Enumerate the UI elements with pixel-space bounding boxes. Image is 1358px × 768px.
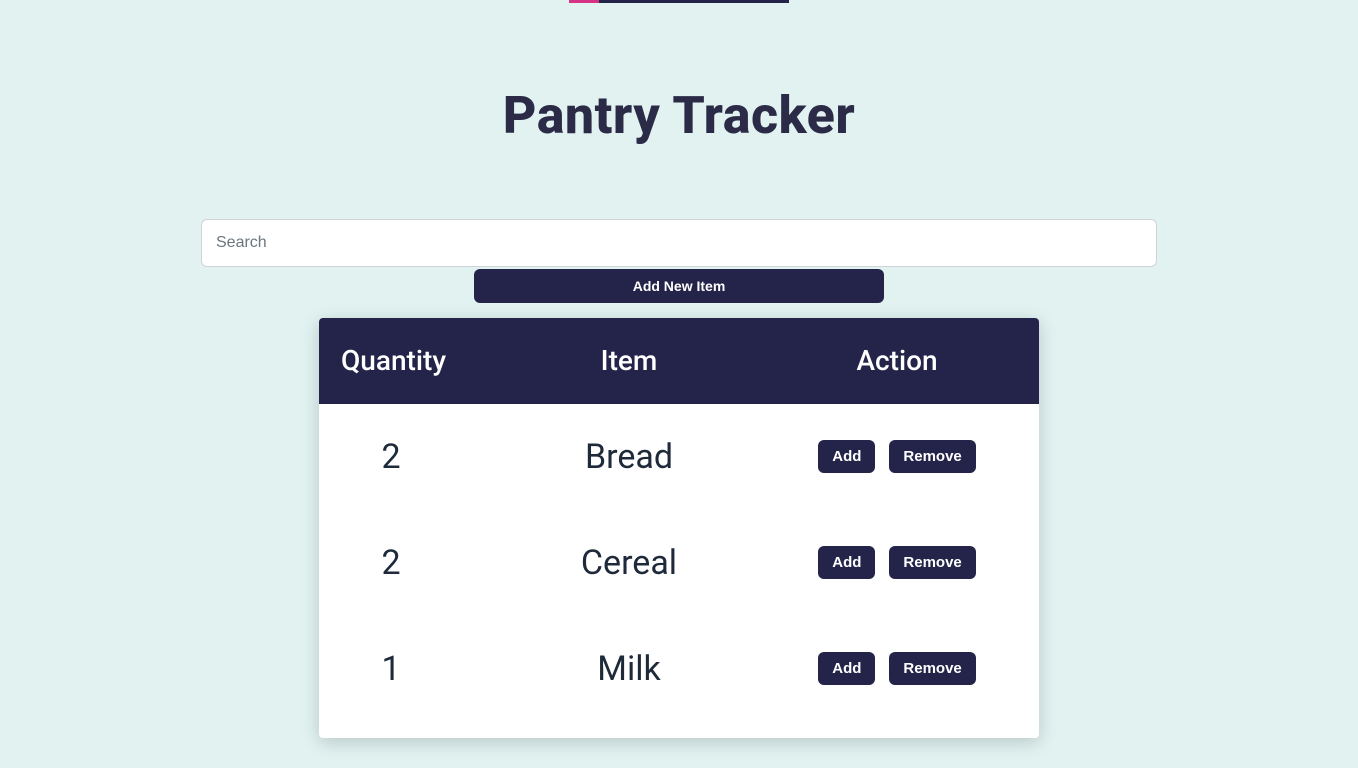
table-row: 2 Cereal Add Remove — [319, 510, 1039, 616]
search-input[interactable] — [201, 219, 1157, 267]
remove-button[interactable]: Remove — [889, 440, 975, 473]
cell-actions: Add Remove — [767, 546, 1027, 579]
cell-quantity: 2 — [331, 437, 491, 477]
cell-actions: Add Remove — [767, 440, 1027, 473]
search-container — [201, 219, 1157, 267]
page-title: Pantry Tracker — [503, 85, 855, 146]
add-button[interactable]: Add — [818, 652, 875, 685]
header-action: Action — [767, 344, 1027, 377]
header-quantity: Quantity — [331, 344, 491, 377]
table-header: Quantity Item Action — [319, 318, 1039, 404]
remove-button[interactable]: Remove — [889, 546, 975, 579]
table-row: 1 Milk Add Remove — [319, 616, 1039, 722]
table-row: 2 Bread Add Remove — [319, 404, 1039, 510]
header-item: Item — [491, 344, 767, 377]
add-button[interactable]: Add — [818, 546, 875, 579]
accent-navy-segment — [599, 0, 789, 3]
cell-item: Milk — [491, 649, 767, 689]
cell-quantity: 2 — [331, 543, 491, 583]
top-accent-bar — [569, 0, 789, 3]
cell-actions: Add Remove — [767, 652, 1027, 685]
cell-quantity: 1 — [331, 649, 491, 689]
remove-button[interactable]: Remove — [889, 652, 975, 685]
table-body[interactable]: 2 Bread Add Remove 2 Cereal Add Remove 1… — [319, 404, 1039, 738]
accent-pink-segment — [569, 0, 599, 3]
cell-item: Cereal — [491, 543, 767, 583]
add-new-item-button[interactable]: Add New Item — [474, 269, 884, 303]
pantry-table: Quantity Item Action 2 Bread Add Remove … — [319, 318, 1039, 738]
cell-item: Bread — [491, 437, 767, 477]
add-button[interactable]: Add — [818, 440, 875, 473]
page-root: Pantry Tracker Add New Item Quantity Ite… — [0, 0, 1358, 768]
